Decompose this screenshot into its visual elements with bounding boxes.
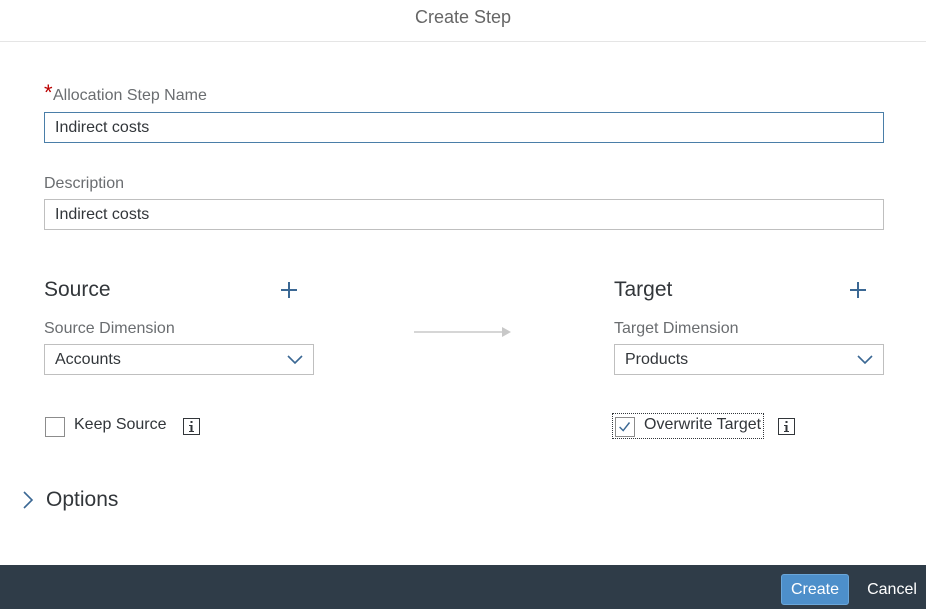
options-expander[interactable]: Options — [22, 488, 118, 512]
chevron-right-icon — [23, 491, 34, 509]
add-target-icon[interactable] — [848, 280, 868, 300]
dialog-header: Create Step — [0, 0, 926, 42]
source-dimension-label: Source Dimension — [44, 320, 175, 337]
source-dimension-select[interactable]: Accounts — [44, 344, 314, 375]
overwrite-target-label[interactable]: Overwrite Target — [644, 416, 761, 434]
overwrite-target-checkbox[interactable] — [615, 417, 635, 437]
info-icon[interactable] — [183, 418, 200, 435]
keep-source-checkbox[interactable] — [45, 417, 65, 437]
dialog-title: Create Step — [414, 6, 512, 27]
add-source-icon[interactable] — [279, 280, 299, 300]
keep-source-label[interactable]: Keep Source — [74, 416, 167, 434]
source-title: Source — [44, 278, 111, 301]
info-icon[interactable] — [778, 418, 795, 435]
description-input[interactable] — [44, 199, 884, 230]
required-indicator: * — [44, 80, 53, 105]
checkmark-icon — [619, 422, 631, 432]
step-name-input[interactable] — [44, 112, 884, 143]
target-dimension-label: Target Dimension — [614, 320, 739, 337]
cancel-button[interactable]: Cancel — [858, 574, 926, 605]
target-dimension-value: Products — [625, 350, 689, 368]
chevron-down-icon — [857, 354, 873, 364]
description-label: Description — [44, 175, 125, 192]
mapping-arrow-icon — [414, 327, 511, 337]
target-dimension-select[interactable]: Products — [614, 344, 884, 375]
step-name-label: Allocation Step Name — [53, 87, 207, 104]
source-dimension-value: Accounts — [55, 350, 121, 368]
target-title: Target — [614, 278, 673, 301]
chevron-down-icon — [287, 354, 303, 364]
create-button[interactable]: Create — [781, 574, 849, 605]
options-label: Options — [46, 488, 119, 511]
dialog-footer: Create Cancel — [0, 565, 926, 609]
